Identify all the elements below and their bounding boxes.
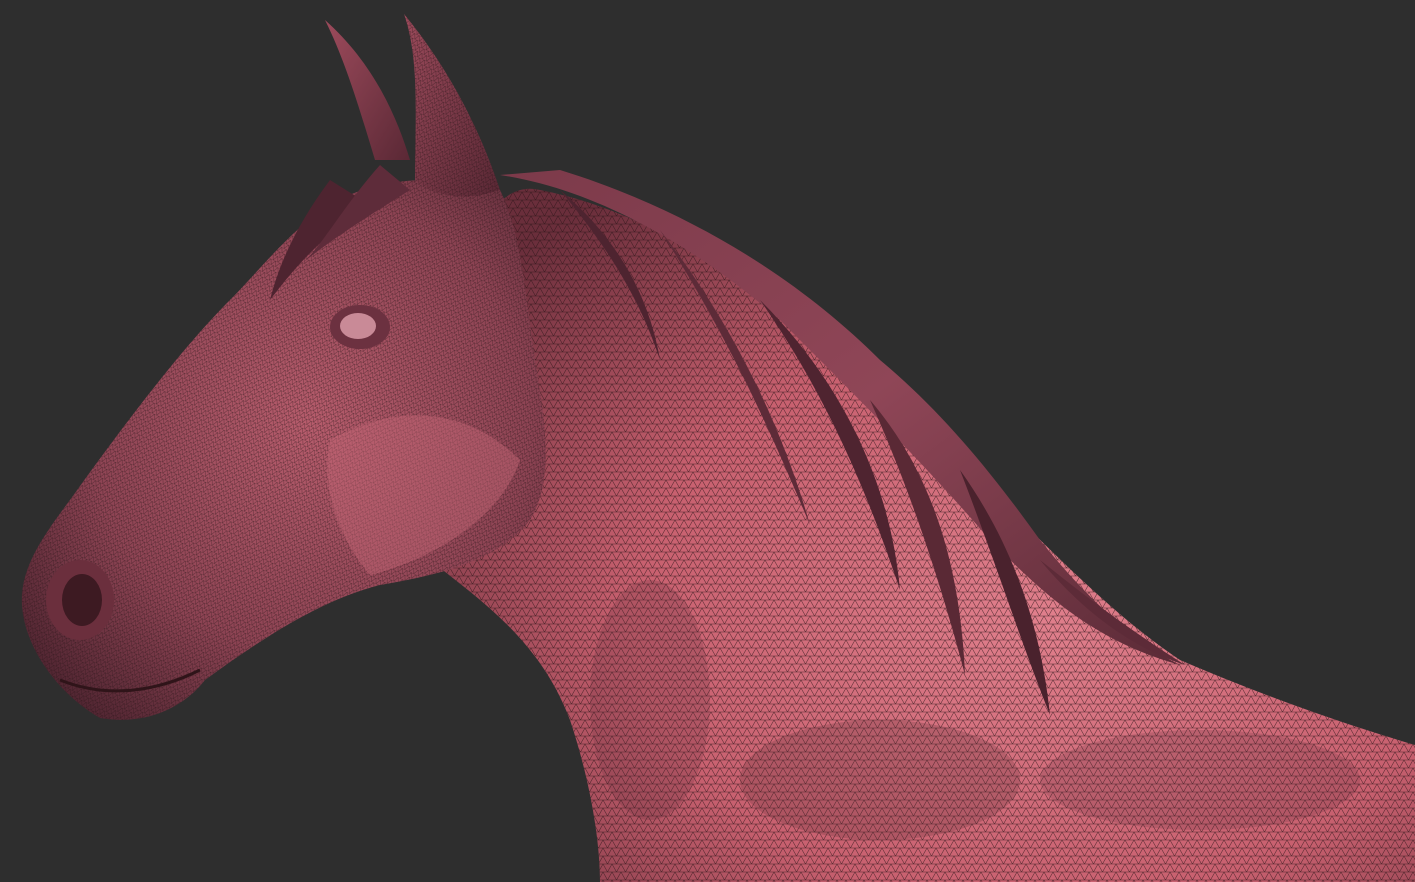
horse-neck xyxy=(430,188,1415,882)
ear-back xyxy=(325,20,410,160)
horse-model-render[interactable] xyxy=(0,0,1415,882)
horse-ears xyxy=(325,14,500,197)
3d-viewport[interactable] xyxy=(0,0,1415,882)
